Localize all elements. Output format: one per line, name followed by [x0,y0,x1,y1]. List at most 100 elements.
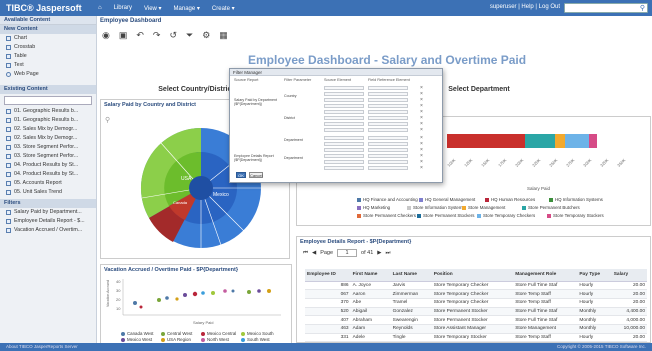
filter-icon[interactable]: ⏷ [186,30,193,41]
column-header[interactable]: Position [431,269,514,282]
existing-content-item[interactable]: 05. Unit Sales Trend [0,188,96,197]
existing-content-item[interactable]: 02. Sales Mix by Demogr... [0,125,96,134]
existing-content-item[interactable]: 03. Store Segment Perfor... [0,152,96,161]
preview-icon[interactable]: ◉ [102,30,110,41]
source-element-select[interactable] [324,86,364,90]
legend-entry[interactable]: North West [201,337,229,342]
existing-content-item[interactable]: 05. Accounts Report [0,179,96,188]
new-content-header[interactable]: New Content [0,25,96,34]
source-element-select[interactable] [324,160,364,164]
content-search-input[interactable] [4,96,92,105]
source-element-select[interactable] [324,110,364,114]
grid-icon[interactable]: ▦ [219,30,228,41]
existing-content-item[interactable]: 04. Product Results by St... [0,161,96,170]
legend-entry[interactable]: HQ Human Resources [485,197,535,202]
source-element-select[interactable] [324,98,364,102]
table-row[interactable]: 407 Abraham Swearengin Store Permanent Stoc… [305,315,647,325]
existing-content-item[interactable]: 03. Store Segment Perfor... [0,143,96,152]
filter-item[interactable]: Vacation Accrued / Overtim... [0,226,96,235]
source-element-select[interactable] [324,166,364,170]
undo-icon[interactable]: ↶ [136,30,144,41]
remove-icon[interactable]: × [420,127,423,133]
field-reference-select[interactable] [368,116,408,120]
field-reference-select[interactable] [368,128,408,132]
magnifier-icon[interactable]: ⚲ [105,116,110,124]
field-reference-select[interactable] [368,104,408,108]
available-content-header[interactable]: Available Content [0,16,96,25]
column-header[interactable]: Pay Type [577,269,612,282]
menu-library[interactable]: Library [114,5,132,11]
legend-entry[interactable]: South West [241,337,270,342]
properties-icon[interactable]: ⚙ [202,30,210,41]
table-row[interactable]: 886 A. Joyce Jarvis Store Temporary Checker… [305,281,647,291]
field-reference-select[interactable] [368,148,408,152]
table-row[interactable]: 520 Abigail Gonzalez Store Permanent Stocke… [305,307,647,317]
field-reference-select[interactable] [368,98,408,102]
source-element-select[interactable] [324,142,364,146]
next-page-icon[interactable]: ▶ [377,250,381,256]
legend-entry[interactable]: Store Management [462,205,505,210]
menu-manage[interactable]: Manage ▾ [174,5,200,12]
source-element-select[interactable] [324,136,364,140]
legend-entry[interactable]: Canada West [121,331,154,336]
source-element-select[interactable] [324,92,364,96]
legend-entry[interactable]: Store Temporary Stockers [547,213,604,218]
legend-entry[interactable]: HQ General Management [419,197,475,202]
field-reference-select[interactable] [368,122,408,126]
column-header[interactable]: Employee ID [305,269,351,282]
filters-header[interactable]: Filters [0,199,96,208]
remove-icon[interactable]: × [420,165,423,171]
redo-icon[interactable]: ↷ [153,30,161,41]
legend-entry[interactable]: Store Permanent Stockers [417,213,475,218]
new-crosstab-item[interactable]: Crosstab [0,43,96,52]
column-header[interactable]: First Name [350,269,391,282]
about-link[interactable]: About TIBCO JasperReports Server [6,343,78,351]
source-element-select[interactable] [324,116,364,120]
source-element-select[interactable] [324,104,364,108]
new-webpage-item[interactable]: Web Page [0,70,96,79]
source-element-select[interactable] [324,154,364,158]
column-header[interactable]: Last Name [390,269,432,282]
cancel-button[interactable]: Cancel [249,172,263,178]
legend-entry[interactable]: Store Permanent Butchers [522,205,580,210]
existing-content-item[interactable]: 02. Sales Mix by Demogr... [0,134,96,143]
legend-entry[interactable]: Mexico Central [201,331,236,336]
legend-entry[interactable]: Store Temporary Checkers [477,213,535,218]
source-element-select[interactable] [324,122,364,126]
menu-view[interactable]: View ▾ [144,5,162,12]
existing-content-header[interactable]: Existing Content [0,85,96,94]
legend-entry[interactable]: Mexico South [241,331,274,336]
legend-entry[interactable]: Store Information Systems [407,205,465,210]
home-icon[interactable]: ⌂ [98,5,102,11]
source-element-select[interactable] [324,148,364,152]
search-icon[interactable]: ⚲ [640,4,645,13]
prev-page-icon[interactable]: ◀ [312,250,316,256]
legend-entry[interactable]: Mexico West [121,337,152,342]
table-row[interactable]: 463 Adam Reynolds Store Assistant Manager St… [305,324,647,334]
column-header[interactable]: Management Role [513,269,578,282]
user-links[interactable]: superuser | Help | Log Out [490,4,560,10]
new-text-item[interactable]: Text [0,61,96,70]
field-reference-select[interactable] [368,160,408,164]
jaspersoft-logo[interactable]: TIBC® Jaspersoft [6,3,98,13]
source-element-select[interactable] [324,128,364,132]
table-row[interactable]: 370 Abe Tramel Store Temporary Checker Store… [305,298,647,308]
existing-content-item[interactable]: 01. Geographic Results b... [0,116,96,125]
table-row[interactable]: 331 Adele Tingle Store Temporary Stocker Sto… [305,333,647,343]
first-page-icon[interactable]: ⏮ [303,250,308,257]
new-table-item[interactable]: Table [0,52,96,61]
page-number-input[interactable]: 1 [337,249,358,257]
filter-item[interactable]: Salary Paid by Department... [0,208,96,217]
field-reference-select[interactable] [368,110,408,114]
filter-item[interactable]: Employee Details Report - $... [0,217,96,226]
table-row[interactable]: 067 Aaron Zimmerman Store Temporary Checker… [305,289,647,299]
field-reference-select[interactable] [368,154,408,158]
field-reference-select[interactable] [368,86,408,90]
field-reference-select[interactable] [368,92,408,96]
reset-icon[interactable]: ↺ [169,30,177,41]
new-chart-item[interactable]: Chart [0,34,96,43]
existing-content-item[interactable]: 04. Product Results by St... [0,170,96,179]
last-page-icon[interactable]: ⏭ [386,250,391,257]
filter-manager-dialog[interactable]: Filter Manager Source Report Filter Para… [229,68,443,183]
legend-entry[interactable]: Store Permanent Checkers [357,213,416,218]
